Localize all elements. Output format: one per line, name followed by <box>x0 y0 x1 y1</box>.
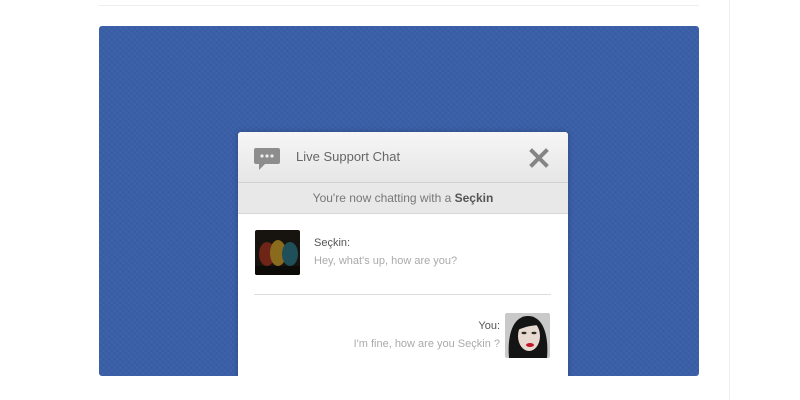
message-item-agent: Seçkin: Hey, what's up, how are you? <box>255 230 555 276</box>
top-divider <box>99 5 699 6</box>
chat-status-text: You're now chatting with a <box>312 191 455 205</box>
message-text: I'm fine, how are you Seçkin ? <box>353 338 500 350</box>
close-icon[interactable] <box>529 148 549 168</box>
speech-bubble-icon <box>254 148 280 170</box>
message-list: Seçkin: Hey, what's up, how are you? You… <box>238 214 568 376</box>
message-sender: You: <box>478 320 500 332</box>
message-divider <box>254 294 551 295</box>
chat-status-bar: You're now chatting with a Seçkin <box>238 183 568 214</box>
user-avatar <box>505 313 550 358</box>
right-divider <box>729 0 730 400</box>
blue-background-panel: Live Support Chat You're now chatting wi… <box>99 26 699 376</box>
agent-avatar <box>255 230 300 275</box>
agent-name: Seçkin <box>454 191 494 205</box>
message-item-user: You: I'm fine, how are you Seçkin ? <box>255 313 551 359</box>
message-text: Hey, what's up, how are you? <box>314 255 458 267</box>
live-chat-widget: Live Support Chat You're now chatting wi… <box>238 132 568 376</box>
message-sender: Seçkin: <box>314 237 351 249</box>
chat-header: Live Support Chat <box>238 132 568 183</box>
chat-title: Live Support Chat <box>296 149 401 164</box>
